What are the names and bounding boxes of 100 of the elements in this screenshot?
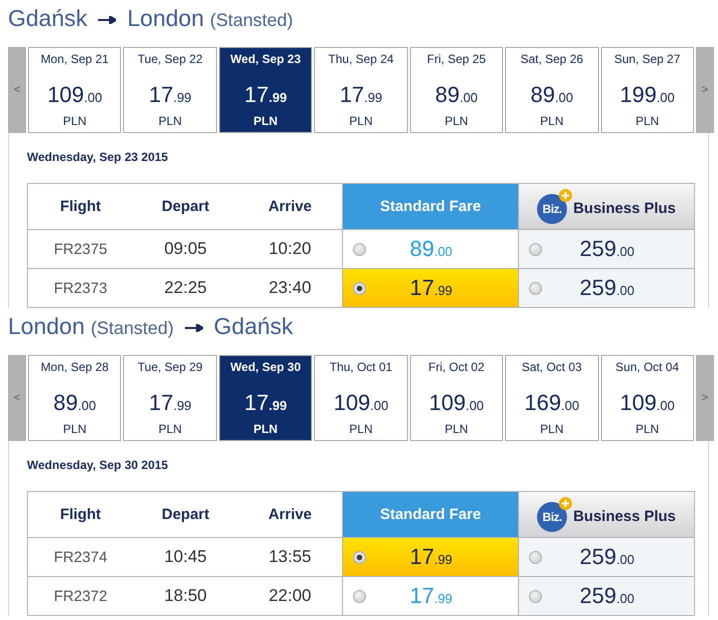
fare-option[interactable]: 259.00 xyxy=(518,537,694,576)
fare-price: 109.00 xyxy=(429,389,484,417)
fare-option[interactable]: 259.00 xyxy=(518,268,694,307)
date-card[interactable]: Fri, Oct 02 109.00 PLN xyxy=(410,355,504,441)
fare-option[interactable]: 259.00 xyxy=(518,229,694,268)
fare-option[interactable]: 17.99 xyxy=(342,268,518,307)
departure-time: 10:45 xyxy=(133,537,238,576)
departure-time: 09:05 xyxy=(133,229,238,268)
day-label: Mon, Sep 21 xyxy=(40,51,109,68)
column-header: Arrive xyxy=(267,197,313,217)
currency-label: PLN xyxy=(636,113,659,129)
arrow-icon xyxy=(98,16,116,24)
currency-label: PLN xyxy=(254,421,278,437)
date-card[interactable]: Mon, Sep 28 89.00 PLN xyxy=(28,355,122,441)
city-name: Gdańsk xyxy=(8,5,88,31)
day-label: Wed, Sep 30 xyxy=(230,359,301,376)
departure-time: 18:50 xyxy=(133,576,238,615)
fare-option[interactable]: 17.99 xyxy=(342,537,518,576)
fare-price: 199.00 xyxy=(620,81,675,109)
fare-price: 109.00 xyxy=(620,389,675,417)
currency-label: PLN xyxy=(444,113,468,129)
currency-label: PLN xyxy=(540,421,564,437)
city-name: Gdańsk xyxy=(214,313,294,339)
fare-price: 89.00 xyxy=(530,81,574,109)
fare-price: 17.99 xyxy=(244,81,287,109)
fare-price: 89.00 xyxy=(408,236,454,262)
fare-price: 259.00 xyxy=(578,583,636,609)
date-card[interactable]: Wed, Sep 23 17.99 PLN xyxy=(218,47,312,133)
airport-name: (Stansted) xyxy=(90,318,174,338)
radio-button[interactable] xyxy=(529,550,542,564)
date-heading: Wednesday, Sep 30 2015 xyxy=(27,457,169,473)
radio-button[interactable] xyxy=(529,242,542,256)
fare-option[interactable]: 259.00 xyxy=(518,576,694,615)
currency-label: PLN xyxy=(158,113,182,129)
column-header: Standard Fare xyxy=(342,184,518,229)
radio-button[interactable] xyxy=(529,282,542,294)
plus-icon xyxy=(559,188,572,202)
day-label: Sun, Oct 04 xyxy=(616,359,679,376)
flight-number: FR2375 xyxy=(28,229,133,268)
arrow-icon xyxy=(184,324,203,332)
date-card[interactable]: Tue, Sep 29 17.99 PLN xyxy=(123,355,217,441)
radio-button[interactable] xyxy=(353,242,366,256)
date-heading: Wednesday, Sep 23 2015 xyxy=(27,149,169,165)
previous-button[interactable]: < xyxy=(8,47,26,133)
column-header: Arrive xyxy=(267,505,313,525)
currency-label: PLN xyxy=(540,113,564,129)
date-card[interactable]: Sat, Oct 03 169.00 PLN xyxy=(505,355,599,441)
plus-icon xyxy=(559,496,572,510)
currency-label: PLN xyxy=(254,113,278,129)
day-label: Tue, Sep 22 xyxy=(138,51,203,68)
date-card[interactable]: Thu, Oct 01 109.00 PLN xyxy=(314,355,408,441)
day-label: Thu, Sep 24 xyxy=(328,51,394,68)
radio-button[interactable] xyxy=(353,550,366,564)
date-card[interactable]: Mon, Sep 21 109.00 PLN xyxy=(28,47,122,133)
day-label: Sat, Sep 26 xyxy=(520,51,584,68)
biz-logo: Biz. xyxy=(537,194,568,224)
fare-price: 17.99 xyxy=(408,544,454,570)
column-header: Flight xyxy=(59,505,102,525)
column-header-label: Business Plus xyxy=(573,200,676,217)
day-label: Sun, Sep 27 xyxy=(614,51,680,68)
column-header: Depart xyxy=(160,197,210,217)
date-card[interactable]: Fri, Sep 25 89.00 PLN xyxy=(410,47,504,133)
date-card[interactable]: Sun, Sep 27 199.00 PLN xyxy=(600,47,694,133)
next-button[interactable]: > xyxy=(696,47,714,133)
airport-name: (Stansted) xyxy=(210,10,294,30)
date-card[interactable]: Wed, Sep 30 17.99 PLN xyxy=(218,355,312,441)
currency-label: PLN xyxy=(349,421,373,437)
date-card[interactable]: Thu, Sep 24 17.99 PLN xyxy=(314,47,408,133)
departure-time: 22:25 xyxy=(133,268,238,307)
radio-button[interactable] xyxy=(353,590,366,602)
fare-price: 17.99 xyxy=(148,389,192,417)
flight-number: FR2373 xyxy=(28,268,133,307)
date-card[interactable]: Sat, Sep 26 89.00 PLN xyxy=(505,47,599,133)
fare-price: 17.99 xyxy=(148,81,192,109)
fare-price: 89.00 xyxy=(435,81,478,109)
column-header-label: Business Plus xyxy=(573,508,676,525)
day-label: Wed, Sep 23 xyxy=(230,51,301,68)
column-header: Standard Fare xyxy=(342,492,518,537)
date-card[interactable]: Tue, Sep 22 17.99 PLN xyxy=(123,47,217,133)
fare-price: 259.00 xyxy=(578,236,636,262)
next-button[interactable]: > xyxy=(696,355,714,441)
city-name: London xyxy=(8,313,85,339)
date-card[interactable]: Sun, Oct 04 109.00 PLN xyxy=(600,355,694,441)
fare-price: 109.00 xyxy=(334,389,388,417)
radio-button[interactable] xyxy=(353,282,366,294)
flight-number: FR2372 xyxy=(28,576,133,615)
day-label: Mon, Sep 28 xyxy=(40,359,109,376)
currency-label: PLN xyxy=(444,421,468,437)
previous-button[interactable]: < xyxy=(8,355,26,441)
fare-price: 17.99 xyxy=(408,583,454,609)
fare-price: 259.00 xyxy=(578,275,636,301)
radio-button[interactable] xyxy=(529,590,542,602)
fare-price: 169.00 xyxy=(524,389,580,417)
city-name: London xyxy=(127,5,204,31)
fare-price: 17.99 xyxy=(340,81,382,109)
day-label: Fri, Oct 02 xyxy=(428,359,484,376)
fare-price: 259.00 xyxy=(578,544,636,570)
fare-price: 17.99 xyxy=(244,389,287,417)
currency-label: PLN xyxy=(349,113,373,129)
column-header: Depart xyxy=(160,505,210,525)
